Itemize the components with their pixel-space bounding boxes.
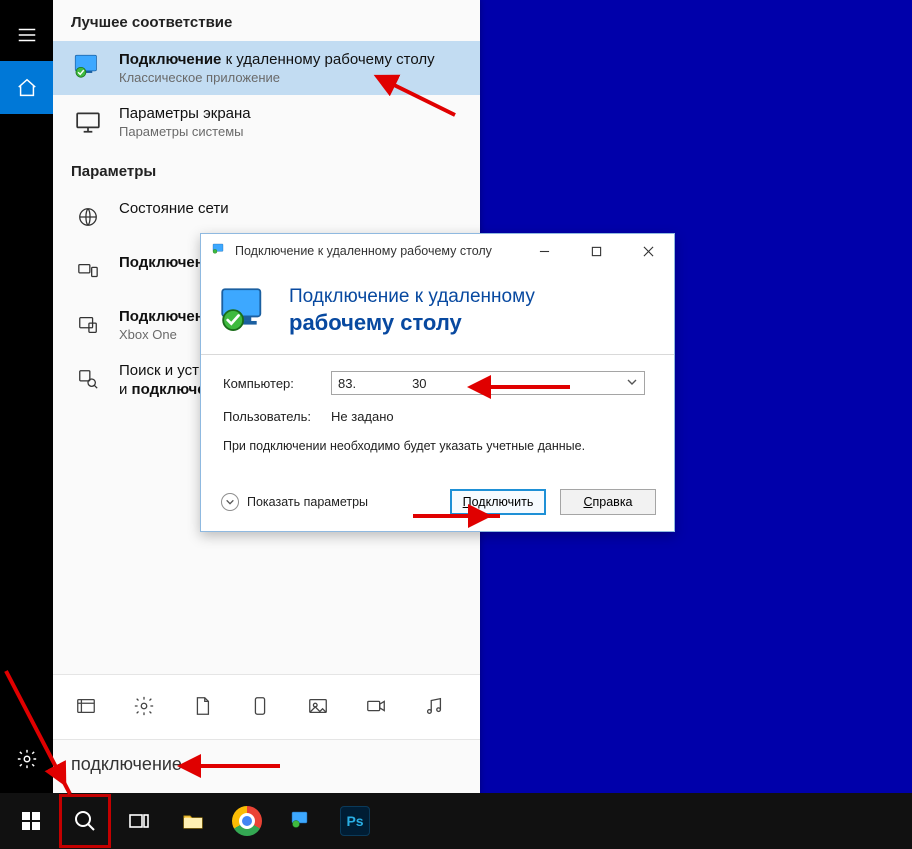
user-label: Пользователь: — [223, 409, 319, 424]
chevron-down-icon — [221, 493, 239, 511]
start-button[interactable] — [4, 793, 58, 849]
result-display-settings[interactable]: Параметры экрана Параметры системы — [53, 95, 480, 149]
result-title: Подключение к удаленному рабочему столу — [119, 51, 435, 68]
credentials-hint: При подключении необходимо будет указать… — [223, 438, 652, 455]
search-settings-icon — [71, 362, 105, 396]
globe-icon — [71, 200, 105, 234]
filter-settings-icon[interactable] — [121, 683, 167, 729]
help-button[interactable]: Справка — [560, 489, 656, 515]
maximize-button[interactable] — [574, 236, 618, 266]
filter-photos-icon[interactable] — [295, 683, 341, 729]
filter-strip — [53, 674, 480, 739]
rdp-titlebar[interactable]: Подключение к удаленному рабочему столу — [201, 234, 674, 268]
computer-label: Компьютер: — [223, 376, 319, 391]
taskbar: Ps — [0, 793, 912, 849]
devices-icon — [71, 254, 105, 288]
taskbar-search-button[interactable] — [58, 793, 112, 849]
connect-button[interactable]: Подключить — [450, 489, 546, 515]
show-options-toggle[interactable]: Показать параметры — [221, 493, 368, 511]
rdp-window: Подключение к удаленному рабочему столу … — [200, 233, 675, 532]
task-view-button[interactable] — [112, 793, 166, 849]
chevron-down-icon — [626, 376, 638, 391]
cast-icon — [71, 308, 105, 342]
user-value: Не задано — [331, 409, 394, 424]
rdp-banner: Подключение к удаленному рабочему столу — [201, 268, 674, 355]
computer-combobox[interactable]: 83. 30 — [331, 371, 645, 395]
parameters-header: Параметры — [53, 149, 480, 190]
result-subtitle: Классическое приложение — [119, 70, 435, 85]
rdp-task-button[interactable] — [274, 793, 328, 849]
chrome-button[interactable] — [220, 793, 274, 849]
result-title: Параметры экрана — [119, 105, 251, 122]
search-input[interactable]: подключение — [53, 739, 480, 793]
best-match-header: Лучшее соответствие — [53, 0, 480, 41]
filter-videos-icon[interactable] — [353, 683, 399, 729]
start-rail — [0, 0, 53, 793]
filter-apps-icon[interactable] — [63, 683, 109, 729]
rdp-banner-text: Подключение к удаленному рабочему столу — [289, 285, 535, 336]
file-explorer-button[interactable] — [166, 793, 220, 849]
filter-documents-icon[interactable] — [179, 683, 225, 729]
hamburger-button[interactable] — [0, 8, 53, 61]
rdp-title-text: Подключение к удаленному рабочему столу — [235, 244, 514, 258]
filter-folders-icon[interactable] — [237, 683, 283, 729]
rdp-app-icon — [71, 51, 105, 85]
rdp-banner-icon — [215, 282, 273, 340]
filter-music-icon[interactable] — [411, 683, 457, 729]
result-rdp-app[interactable]: Подключение к удаленному рабочему столу … — [53, 41, 480, 95]
settings-button[interactable] — [0, 732, 53, 785]
minimize-button[interactable] — [522, 236, 566, 266]
result-title: Состояние сети — [119, 200, 229, 217]
home-button[interactable] — [0, 61, 53, 114]
photoshop-button[interactable]: Ps — [328, 793, 382, 849]
monitor-icon — [71, 105, 105, 139]
rdp-title-icon — [211, 242, 227, 261]
close-button[interactable] — [626, 236, 670, 266]
result-subtitle: Параметры системы — [119, 124, 251, 139]
